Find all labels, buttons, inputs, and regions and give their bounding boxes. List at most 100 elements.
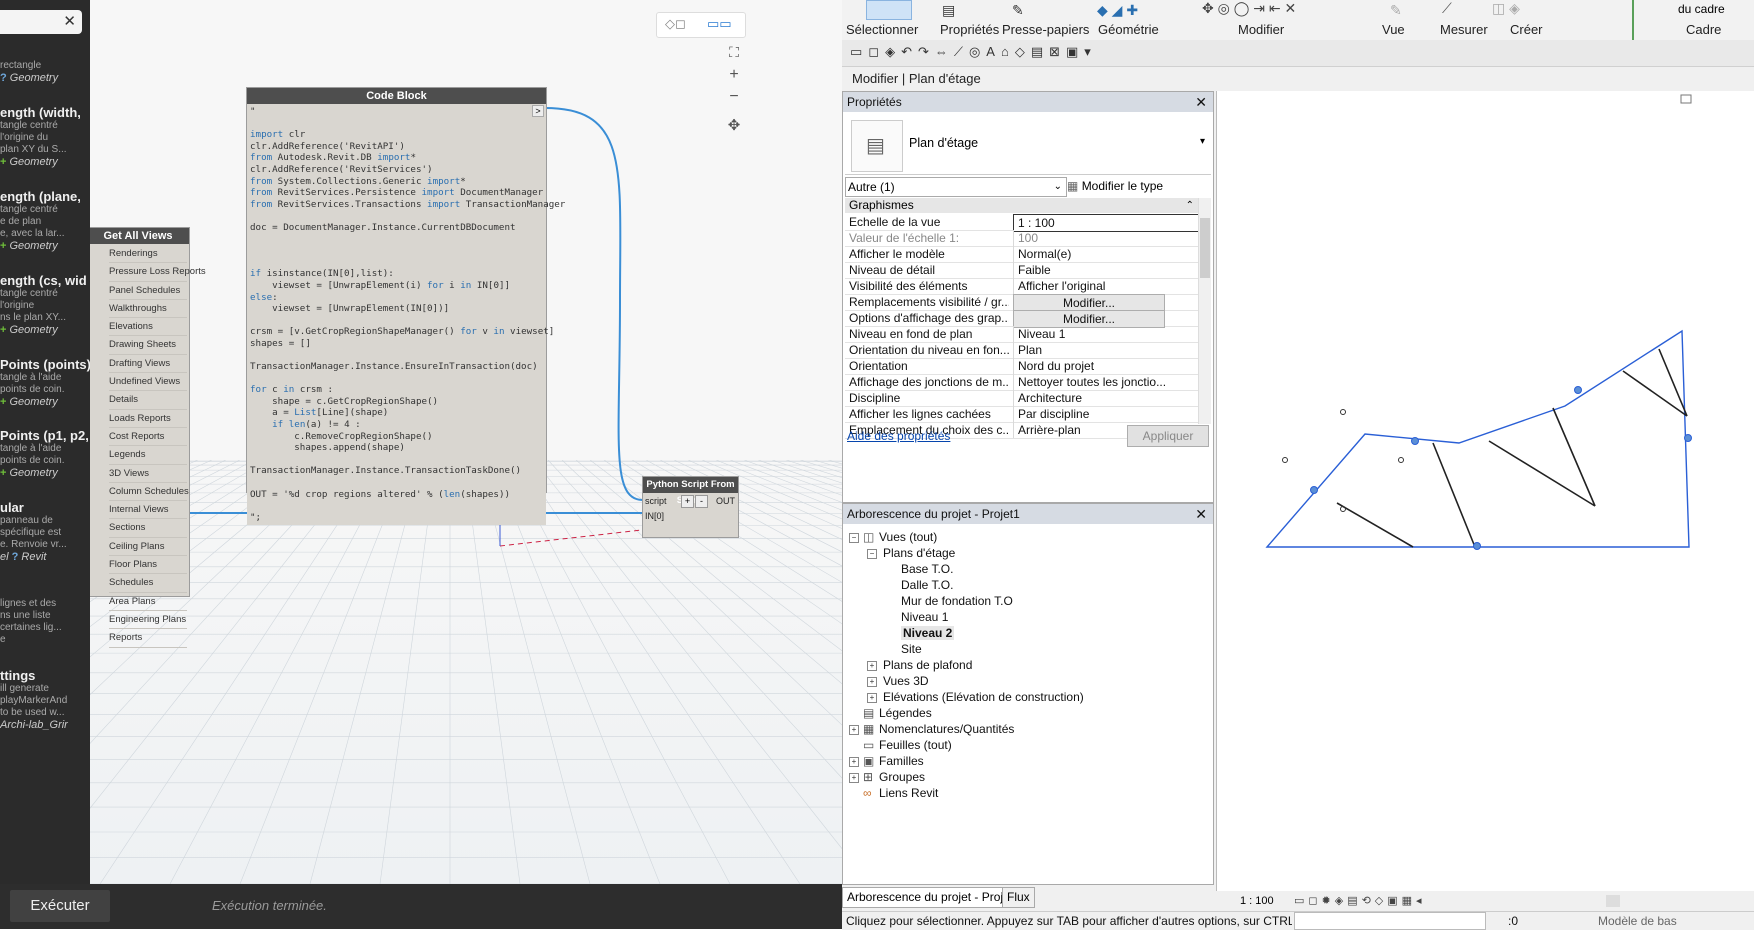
close-icon[interactable]: ✕ [1195, 92, 1207, 112]
get-all-views-node[interactable]: Get All Views Renderings Pressure Loss Re… [90, 227, 206, 648]
property-value[interactable]: Normal(e) [1013, 246, 1200, 262]
library-entry[interactable]: ength (cs, wid tangle centré l'origine ns l… [0, 273, 88, 336]
views-list-item[interactable]: Walkthroughs [109, 300, 187, 319]
views-list-item[interactable]: Legends [109, 446, 187, 465]
views-list-item[interactable]: Schedules [109, 574, 187, 593]
workset-dropdown[interactable] [1294, 912, 1486, 930]
expand-icon[interactable]: + [867, 661, 877, 671]
modify-tools-icon[interactable]: ✥ ◎ ◯ ⇥ ⇤ ✕ [1202, 0, 1296, 17]
view-scale[interactable]: 1 : 100 [1240, 891, 1274, 911]
views-list-item[interactable]: Panel Schedules [109, 282, 187, 300]
property-value[interactable]: Architecture [1013, 390, 1200, 406]
views-list-item[interactable]: Floor Plans [109, 556, 187, 575]
views-list-item[interactable]: Details [109, 391, 187, 410]
views-list-item[interactable]: Undefined Views [109, 373, 187, 392]
views-list-item[interactable]: Pressure Loss Reports [109, 263, 206, 282]
expand-icon[interactable]: + [867, 693, 877, 703]
ribbon-group-label[interactable]: Sélectionner [846, 22, 918, 37]
add-input-button[interactable]: + [681, 495, 694, 508]
views-list-item[interactable]: Sections [109, 519, 187, 538]
ribbon-group-label[interactable]: Créer [1510, 22, 1543, 37]
close-icon[interactable]: ✕ [63, 12, 76, 30]
modify-tool-icon[interactable] [866, 0, 912, 20]
tree-item[interactable]: Dalle T.O. [901, 578, 953, 592]
tree-item[interactable]: Base T.O. [901, 562, 953, 576]
code-editor[interactable]: " import clr clr.AddReference('RevitAPI'… [247, 104, 565, 526]
create-icon[interactable]: ◫ ◈ [1492, 0, 1520, 17]
property-value[interactable]: Nettoyer toutes les jonctio... [1013, 374, 1200, 390]
scrollbar-thumb[interactable] [1200, 218, 1210, 278]
horizontal-scrollbar[interactable] [1606, 895, 1620, 907]
tree-item[interactable]: Groupes [879, 770, 925, 784]
tree-item[interactable]: Nomenclatures/Quantités [879, 722, 1014, 736]
python-script-node[interactable]: Python Script From String script IN[0] +… [642, 476, 739, 538]
views-list-item[interactable]: Cost Reports [109, 428, 187, 447]
ribbon-group-label[interactable]: Cadre [1686, 22, 1721, 37]
tree-item[interactable]: Mur de fondation T.O [901, 594, 1013, 608]
tree-item[interactable]: Vues 3D [883, 674, 929, 688]
views-list-item[interactable]: 3D Views [109, 465, 187, 483]
library-entry[interactable]: Points (p1, p2, tangle à l'aide points de … [0, 428, 89, 479]
chevron-down-icon[interactable]: ▾ [1200, 136, 1205, 147]
views-list-item[interactable]: Engineering Plans [109, 611, 187, 630]
dynamo-canvas[interactable]: ◇◻ ▭▭ ⛶ + − ✥ Code Block > " import clr … [90, 0, 846, 884]
tree-item[interactable]: Vues (tout) [879, 530, 937, 544]
views-dropdown-list[interactable]: Renderings Pressure Loss Reports Panel Sch… [109, 245, 206, 648]
edit-type-button[interactable]: ▦ Modifier le type [1067, 177, 1211, 195]
crop-frame-label[interactable]: du cadre [1678, 2, 1725, 16]
tree-item[interactable]: Légendes [879, 706, 932, 720]
expand-icon[interactable]: + [849, 725, 859, 735]
tree-item[interactable]: Feuilles (tout) [879, 738, 952, 752]
out-output-port[interactable]: OUT [716, 496, 735, 506]
library-entry[interactable]: ength (plane, tangle centré e de plan e, av… [0, 189, 88, 252]
ribbon-group-label[interactable]: Vue [1382, 22, 1405, 37]
clipboard-icon[interactable]: ✎ [1012, 2, 1024, 19]
run-button[interactable]: Exécuter [10, 890, 110, 922]
properties-icon[interactable]: ▤ [942, 2, 955, 19]
tree-item[interactable]: Familles [879, 754, 924, 768]
tree-item[interactable]: Elévations (Elévation de construction) [883, 690, 1084, 704]
property-value[interactable]: Plan [1013, 342, 1200, 358]
views-list-item[interactable]: Column Schedules [109, 483, 189, 502]
ribbon-group-label[interactable]: Mesurer [1440, 22, 1488, 37]
in0-input-port[interactable]: IN[0] [645, 511, 664, 521]
properties-scrollbar[interactable] [1198, 198, 1211, 424]
geometry-tools-icon[interactable]: ◆ ◢ ✚ [1097, 2, 1138, 19]
tree-item[interactable]: Plans de plafond [883, 658, 972, 672]
drawing-area[interactable] [1216, 91, 1754, 891]
status-model[interactable]: Modèle de bas [1598, 912, 1677, 930]
views-list-item[interactable]: Renderings [109, 245, 187, 264]
ribbon-group-label[interactable]: Modifier [1238, 22, 1284, 37]
apply-button[interactable]: Appliquer [1127, 425, 1209, 447]
collapse-icon[interactable]: − [849, 533, 859, 543]
tab-flux[interactable]: Flux [1002, 887, 1035, 908]
property-value[interactable]: Faible [1013, 262, 1200, 278]
library-entry[interactable]: ength (width, tangle centré l'origine du pl… [0, 105, 88, 168]
tree-item[interactable]: Niveau 2 [901, 626, 955, 640]
library-entry[interactable]: ular panneau de spécifique est e. Renvoie v… [0, 500, 88, 563]
tree-item[interactable]: Liens Revit [879, 786, 938, 800]
properties-help-link[interactable]: Aide des propriétés [847, 429, 950, 443]
library-entry[interactable]: rectangle? Geometry [0, 60, 88, 84]
collapse-icon[interactable]: ⌃ [1186, 198, 1194, 213]
views-list-item[interactable]: Elevations [109, 318, 187, 337]
expand-icon[interactable]: + [849, 773, 859, 783]
tree-item[interactable]: Niveau 1 [901, 610, 948, 624]
views-list-item[interactable]: Internal Views [109, 501, 187, 520]
views-list-item[interactable]: Loads Reports [109, 410, 187, 428]
library-entry[interactable]: lignes et des ns une liste certaines lig..… [0, 598, 88, 646]
ribbon-group-label[interactable]: Presse-papiers [1002, 22, 1089, 37]
view-control-icons[interactable]: ▭◻✹◈▤⟲◇▣▦◂ [1294, 891, 1426, 911]
views-list-item[interactable]: Reports [109, 629, 187, 648]
close-icon[interactable]: ✕ [1195, 504, 1207, 524]
views-list-item[interactable]: Drawing Sheets [109, 336, 187, 355]
library-entry[interactable]: Points (points) tangle à l'aide points de … [0, 357, 90, 408]
view-tools-icon[interactable]: ✎ [1390, 2, 1402, 19]
views-list-item[interactable]: Ceiling Plans [109, 538, 187, 557]
property-value[interactable]: 100 [1013, 230, 1200, 246]
graphics-section-header[interactable]: Graphismes ⌃ [845, 198, 1202, 213]
expand-icon[interactable]: + [849, 757, 859, 767]
remove-input-button[interactable]: - [695, 495, 708, 508]
views-list-item[interactable]: Area Plans [109, 593, 187, 611]
instance-filter-dropdown[interactable]: Autre (1) ⌄ [845, 177, 1067, 197]
